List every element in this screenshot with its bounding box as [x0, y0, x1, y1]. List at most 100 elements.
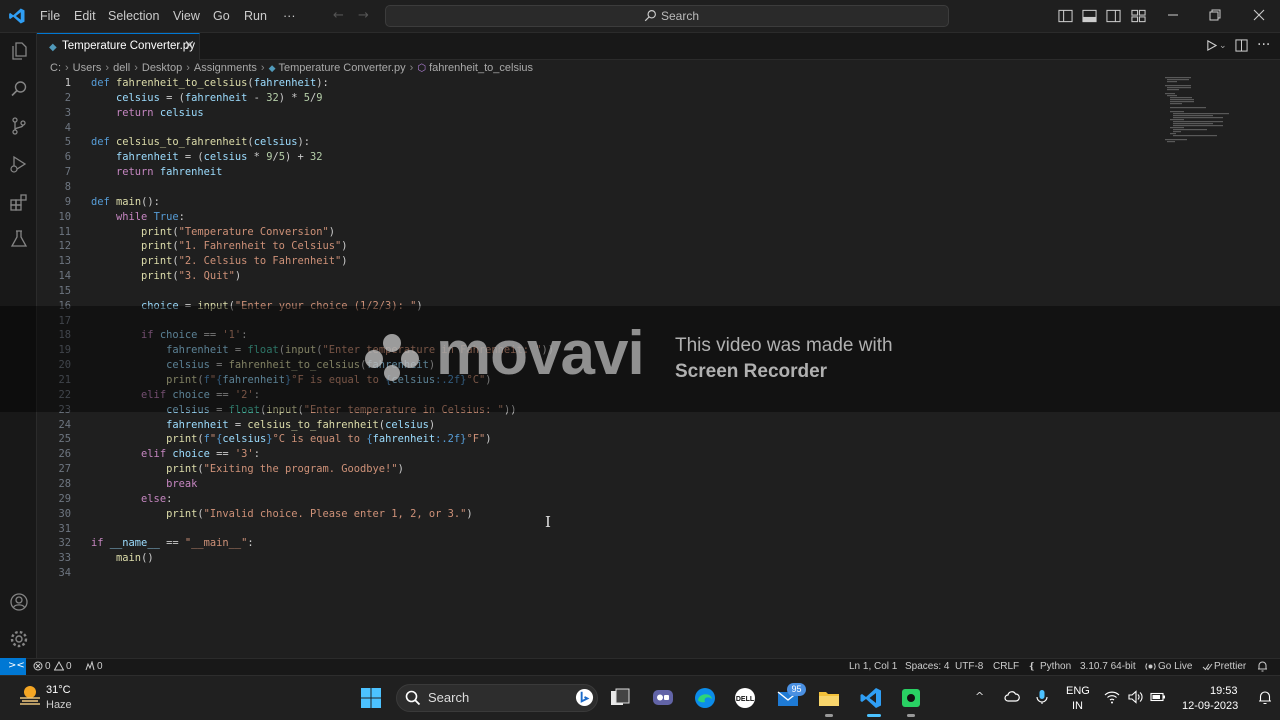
onedrive-cloud-icon[interactable]: [1004, 689, 1020, 705]
code-line[interactable]: 25 print(f"{celsius}°C is equal to {fahr…: [37, 432, 737, 447]
menu-more[interactable]: ···: [283, 9, 296, 23]
close-window-icon[interactable]: [1252, 8, 1266, 22]
teams-chat-icon[interactable]: [651, 686, 675, 710]
code-line[interactable]: 6 fahrenheit = (celsius * 9/5) + 32: [37, 150, 737, 165]
toggle-panel-icon[interactable]: [1082, 9, 1097, 23]
code-text[interactable]: def fahrenheit_to_celsius(fahrenheit):: [91, 76, 329, 91]
code-line[interactable]: 34: [37, 566, 737, 581]
accounts-icon[interactable]: [9, 592, 29, 612]
minimap[interactable]: [1163, 76, 1243, 146]
code-line[interactable]: 12 print("1. Fahrenheit to Celsius"): [37, 239, 737, 254]
error-count[interactable]: 0: [45, 661, 51, 672]
code-text[interactable]: fahrenheit = celsius_to_fahrenheit(celsi…: [91, 418, 435, 433]
code-text[interactable]: if __name__ == "__main__":: [91, 536, 254, 551]
more-actions-icon[interactable]: ···: [1257, 37, 1270, 53]
code-line[interactable]: 26 elif choice == '3':: [37, 447, 737, 462]
customize-layout-icon[interactable]: [1131, 9, 1146, 23]
code-line[interactable]: 4: [37, 121, 737, 136]
encoding[interactable]: UTF-8: [955, 661, 983, 672]
code-text[interactable]: print("2. Celsius to Fahrenheit"): [91, 254, 347, 269]
nav-forward-button[interactable]: →: [358, 8, 369, 23]
clock-time[interactable]: 19:53: [1210, 685, 1238, 697]
run-and-debug-icon[interactable]: [9, 154, 29, 174]
breadcrumb-item[interactable]: Desktop: [142, 62, 182, 74]
code-text[interactable]: fahrenheit = (celsius * 9/5) + 32: [91, 150, 323, 165]
breadcrumb-item[interactable]: Assignments: [194, 62, 257, 74]
run-options-chevron-icon[interactable]: ⌄: [1219, 41, 1227, 51]
code-line[interactable]: 3 return celsius: [37, 106, 737, 121]
language-mode[interactable]: Python: [1040, 661, 1071, 672]
notification-center-icon[interactable]: [1258, 690, 1272, 705]
code-text[interactable]: celsius = (fahrenheit - 32) * 5/9: [91, 91, 323, 106]
code-text[interactable]: print("1. Fahrenheit to Celsius"): [91, 239, 347, 254]
gear-icon[interactable]: [9, 629, 29, 649]
nav-back-button[interactable]: ←: [333, 8, 344, 23]
battery-icon[interactable]: [1150, 689, 1166, 705]
source-control-icon[interactable]: [9, 116, 29, 136]
breadcrumb-item[interactable]: C:: [50, 62, 61, 74]
file-explorer-icon[interactable]: [817, 686, 841, 710]
code-line[interactable]: 1 def fahrenheit_to_celsius(fahrenheit):: [37, 76, 737, 91]
movavi-recorder-icon[interactable]: [899, 686, 923, 710]
tab-close-icon[interactable]: ×: [184, 38, 195, 53]
restore-icon[interactable]: [1208, 8, 1222, 22]
testing-icon[interactable]: [9, 229, 29, 249]
edge-browser-icon[interactable]: [693, 686, 717, 710]
code-line[interactable]: 32 if __name__ == "__main__":: [37, 536, 737, 551]
vscode-taskbar-icon[interactable]: [859, 686, 883, 710]
extensions-icon[interactable]: [9, 192, 29, 212]
code-text[interactable]: else:: [91, 492, 172, 507]
warning-count[interactable]: 0: [66, 661, 72, 672]
menu-run[interactable]: Run: [244, 9, 267, 23]
code-text[interactable]: def celsius_to_fahrenheit(celsius):: [91, 135, 310, 150]
code-text[interactable]: def main():: [91, 195, 160, 210]
code-line[interactable]: 10 while True:: [37, 210, 737, 225]
indentation[interactable]: Spaces: 4: [905, 661, 949, 672]
dell-app-icon[interactable]: DELL: [733, 686, 757, 710]
code-line[interactable]: 33 main(): [37, 551, 737, 566]
bing-chat-icon[interactable]: [575, 688, 594, 707]
ports-count[interactable]: 0: [97, 661, 103, 672]
toggle-secondary-sidebar-icon[interactable]: [1106, 9, 1121, 23]
code-line[interactable]: 30 print("Invalid choice. Please enter 1…: [37, 507, 737, 522]
breadcrumb-item[interactable]: Temperature Converter.py: [278, 62, 405, 74]
menu-go[interactable]: Go: [213, 9, 230, 23]
go-live-button[interactable]: Go Live: [1158, 661, 1192, 672]
show-hidden-icons-chevron[interactable]: ^: [975, 690, 984, 703]
input-region[interactable]: IN: [1072, 700, 1083, 712]
code-text[interactable]: print(f"{celsius}°C is equal to {fahrenh…: [91, 432, 491, 447]
code-text[interactable]: break: [91, 477, 197, 492]
code-text[interactable]: print("Invalid choice. Please enter 1, 2…: [91, 507, 473, 522]
microphone-icon[interactable]: [1034, 689, 1050, 705]
weather-haze-icon[interactable]: [18, 684, 42, 706]
menu-selection[interactable]: Selection: [108, 9, 159, 23]
code-line[interactable]: 24 fahrenheit = celsius_to_fahrenheit(ce…: [37, 418, 737, 433]
code-text[interactable]: print("3. Quit"): [91, 269, 241, 284]
explorer-icon[interactable]: [9, 41, 29, 61]
notifications-bell-icon[interactable]: [1257, 660, 1268, 672]
vscode-logo-icon[interactable]: [8, 7, 26, 25]
toggle-primary-sidebar-icon[interactable]: [1058, 9, 1073, 23]
code-line[interactable]: 29 else:: [37, 492, 737, 507]
clock-date[interactable]: 12-09-2023: [1182, 700, 1238, 712]
breadcrumb-item[interactable]: Users: [73, 62, 102, 74]
code-line[interactable]: 8: [37, 180, 737, 195]
code-line[interactable]: 13 print("2. Celsius to Fahrenheit"): [37, 254, 737, 269]
code-text[interactable]: main(): [91, 551, 154, 566]
menu-view[interactable]: View: [173, 9, 200, 23]
breadcrumb-item[interactable]: fahrenheit_to_celsius: [429, 62, 533, 74]
code-line[interactable]: 7 return fahrenheit: [37, 165, 737, 180]
task-view-icon[interactable]: [608, 686, 632, 710]
taskbar-search-box[interactable]: [396, 684, 598, 712]
code-line[interactable]: 14 print("3. Quit"): [37, 269, 737, 284]
code-line[interactable]: 31: [37, 522, 737, 537]
cursor-position[interactable]: Ln 1, Col 1: [849, 661, 897, 672]
code-line[interactable]: 5 def celsius_to_fahrenheit(celsius):: [37, 135, 737, 150]
minimize-icon[interactable]: [1166, 8, 1180, 22]
split-editor-icon[interactable]: [1235, 39, 1248, 52]
code-line[interactable]: 27 print("Exiting the program. Goodbye!"…: [37, 462, 737, 477]
volume-icon[interactable]: [1127, 689, 1143, 705]
code-text[interactable]: return fahrenheit: [91, 165, 222, 180]
code-text[interactable]: return celsius: [91, 106, 204, 121]
code-line[interactable]: 11 print("Temperature Conversion"): [37, 225, 737, 240]
